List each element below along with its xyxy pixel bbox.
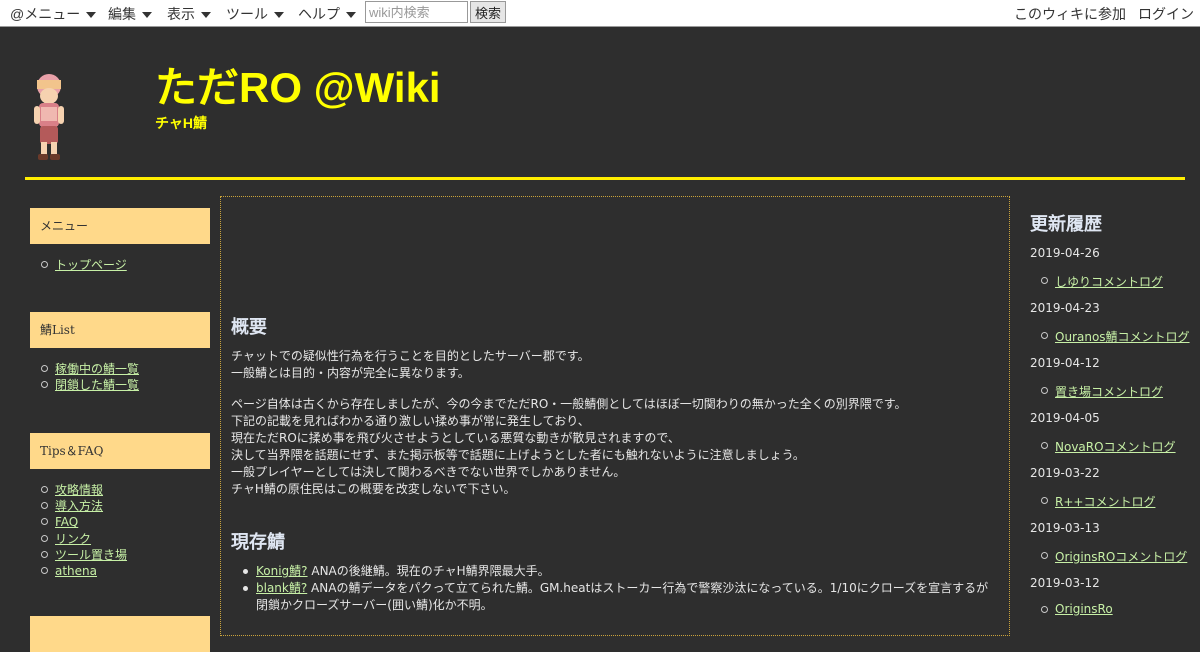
update-date: 2019-03-13: [1030, 521, 1100, 535]
sidebar-item-faq[interactable]: FAQ: [40, 514, 127, 530]
login-link[interactable]: ログイン: [1138, 4, 1194, 24]
update-link[interactable]: 置き場コメントログ: [1040, 383, 1163, 400]
update-date: 2019-04-23: [1030, 301, 1100, 315]
overview-paragraph-2: ページ自体は古くから存在しましたが、今の今までただRO・一般鯖側としてはほぼ一切…: [231, 397, 907, 496]
wiki-search-input[interactable]: [365, 1, 468, 23]
server-link-blank[interactable]: blank鯖?: [256, 581, 307, 595]
update-link[interactable]: OriginsRo: [1041, 602, 1113, 616]
update-date: 2019-04-12: [1030, 356, 1100, 370]
update-date: 2019-04-05: [1030, 411, 1100, 425]
update-date: 2019-04-26: [1030, 246, 1100, 260]
main-content: 概要 チャットでの疑似性行為を行うことを目的としたサーバー郡です。 一般鯖とは目…: [220, 196, 1010, 636]
update-link[interactable]: OriginsROコメントログ: [1040, 548, 1187, 565]
menu-atmenu[interactable]: @メニュー: [10, 4, 97, 24]
sidebar-item-closed-servers[interactable]: 閉鎖した鯖一覧: [40, 377, 139, 393]
site-subtitle: チャH鯖: [155, 115, 207, 131]
sidebar-item-tools[interactable]: ツール置き場: [40, 547, 127, 563]
menu-edit[interactable]: 編集: [108, 4, 152, 24]
sidebar-item-strategy[interactable]: 攻略情報: [40, 482, 127, 498]
menu-help[interactable]: ヘルプ: [298, 4, 356, 24]
update-date: 2019-03-12: [1030, 576, 1100, 590]
site-title[interactable]: ただRO @Wiki: [155, 64, 441, 112]
sidebar-item-links[interactable]: リンク: [40, 531, 127, 547]
current-servers-heading: 現存鯖: [231, 532, 285, 552]
sidebar-servers-list: 稼働中の鯖一覧 閉鎖した鯖一覧: [40, 361, 139, 393]
mascot-sprite-icon: [34, 74, 64, 160]
list-item: blank鯖? ANAの鯖データをパクって立てられた鯖。GM.heatはストーカ…: [243, 580, 996, 614]
server-link-konig[interactable]: Konig鯖?: [256, 564, 308, 578]
overview-heading: 概要: [231, 317, 267, 337]
sidebar-next-title: [30, 616, 210, 652]
overview-paragraph-1: チャットでの疑似性行為を行うことを目的としたサーバー郡です。 一般鯖とは目的・内…: [231, 349, 590, 380]
sidebar-menu-title: メニュー: [30, 208, 210, 244]
sidebar-item-top-page[interactable]: トップページ: [41, 257, 127, 273]
sidebar-tips-title: Tips＆FAQ: [30, 433, 210, 469]
update-link[interactable]: NovaROコメントログ: [1041, 438, 1176, 455]
sidebar-tips-list: 攻略情報 導入方法 FAQ リンク ツール置き場 athena: [40, 482, 127, 579]
update-link[interactable]: しゆりコメントログ: [1040, 273, 1163, 290]
chevron-down-icon: [346, 12, 356, 18]
sidebar-item-install[interactable]: 導入方法: [40, 498, 127, 514]
menu-view[interactable]: 表示: [167, 4, 211, 24]
join-wiki-link[interactable]: このウィキに参加: [1014, 4, 1126, 24]
chevron-down-icon: [86, 12, 97, 18]
chevron-down-icon: [142, 12, 152, 18]
sidebar-item-athena[interactable]: athena: [40, 563, 127, 579]
update-link[interactable]: R++コメントログ: [1040, 493, 1155, 510]
search-button[interactable]: 検索: [470, 1, 506, 23]
top-bar: @メニュー 編集 表示 ツール ヘルプ 検索 このウィキに参加 ログイン: [0, 0, 1200, 27]
updates-title: 更新履歴: [1030, 214, 1102, 234]
sidebar-servers-title: 鯖List: [30, 312, 210, 348]
header-divider: [25, 177, 1185, 180]
chevron-down-icon: [201, 12, 211, 18]
menu-tools[interactable]: ツール: [226, 4, 284, 24]
update-date: 2019-03-22: [1030, 466, 1100, 480]
sidebar-menu-list: トップページ: [41, 257, 127, 273]
chevron-down-icon: [274, 12, 284, 18]
update-link[interactable]: Ouranos鯖コメントログ: [1041, 328, 1190, 345]
sidebar-item-active-servers[interactable]: 稼働中の鯖一覧: [40, 361, 139, 377]
list-item: Konig鯖? ANAの後継鯖。現在のチャH鯖界隈最大手。: [243, 563, 996, 580]
